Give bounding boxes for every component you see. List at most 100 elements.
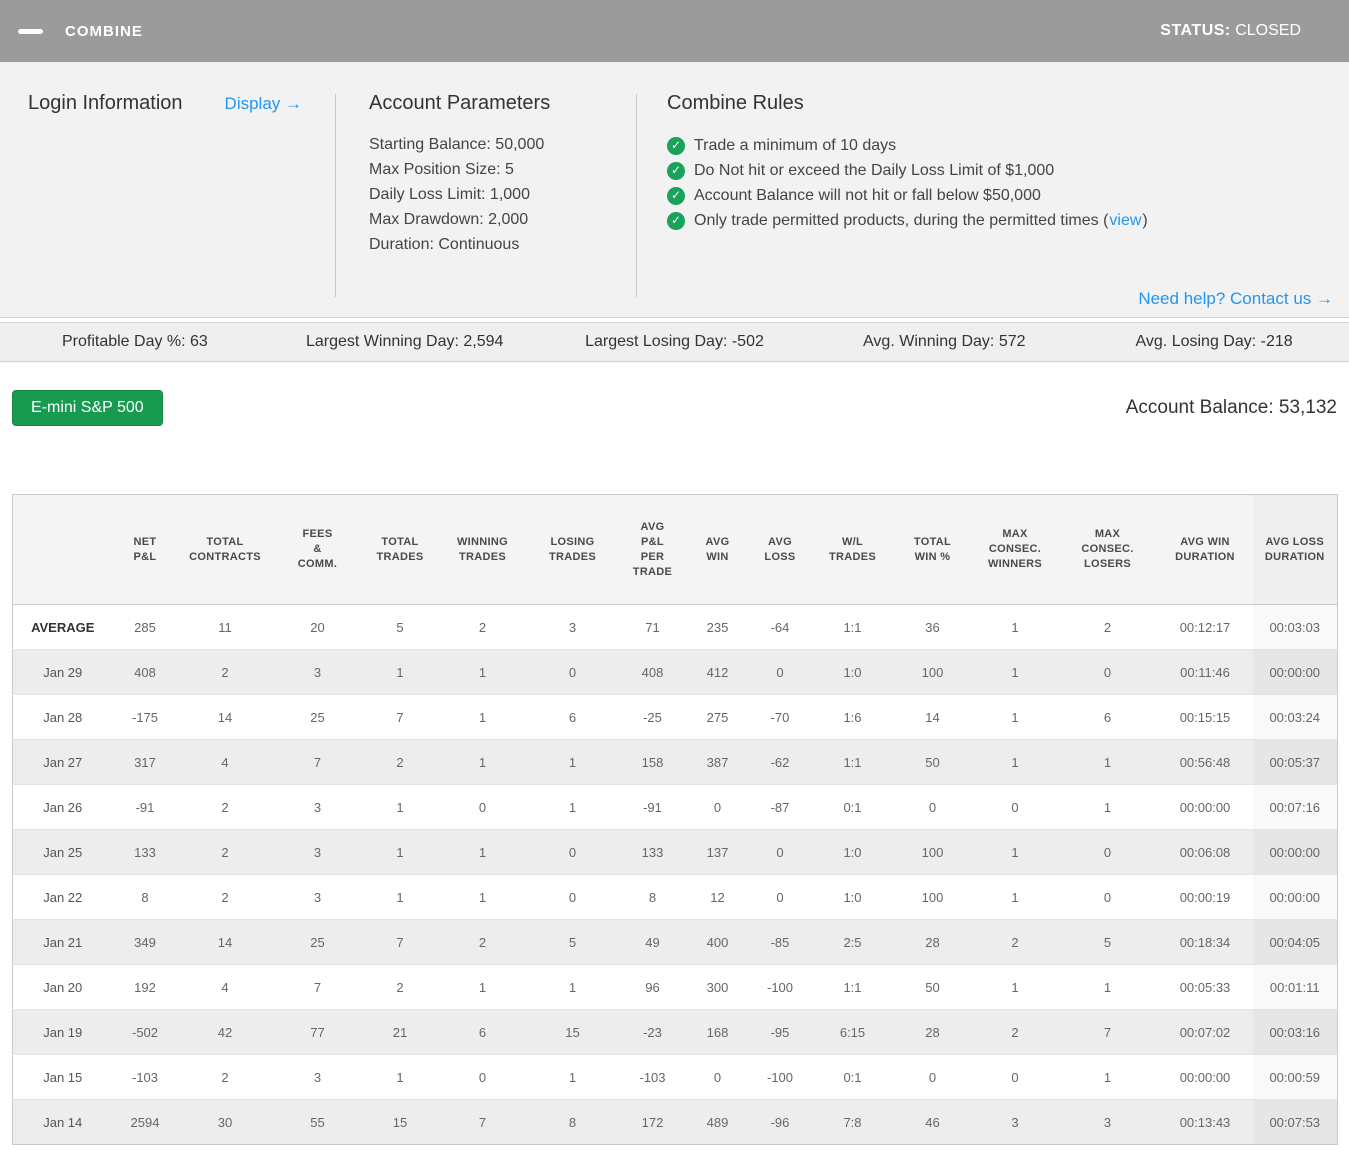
table-cell: 00:05:37 <box>1252 739 1338 785</box>
row-label: Jan 25 <box>43 844 83 860</box>
column-header: AVG LOSS DURATION <box>1252 494 1338 605</box>
table-cell: 14 <box>217 709 233 725</box>
column-header-line: & <box>313 543 322 555</box>
table-cell: 0 <box>1103 844 1112 860</box>
view-link[interactable]: view <box>1108 212 1142 229</box>
column-header-line: TRADE <box>632 565 673 578</box>
table-cell: 3 <box>1103 1114 1112 1130</box>
column-header: AVG LOSS <box>747 494 813 605</box>
summary-stat: Largest Losing Day: -502 <box>585 333 764 350</box>
table-row: Jan 29 408 2 3 1 1 0 408 412 0 1:0 100 1 0 00:11:46 00:… <box>12 649 1338 695</box>
table-cell: 1 <box>478 979 487 995</box>
table-cell: 96 <box>645 979 660 995</box>
table-cell: 168 <box>706 1024 729 1040</box>
table-cell: 100 <box>921 664 944 680</box>
account-parameters-list: Starting Balance: 50,000 Max Position Siz… <box>369 132 636 257</box>
table-cell: -91 <box>135 799 155 815</box>
table-row: Jan 27 317 4 7 2 1 1 158 387 -62 1:1 50 1 1 00:56:48 00… <box>12 739 1338 785</box>
table-cell: 300 <box>706 979 729 995</box>
view-link[interactable] <box>1054 162 1056 179</box>
table-cell: 00:03:16 <box>1252 1009 1338 1055</box>
column-header: NET P&L <box>112 494 178 605</box>
column-header: TOTAL CONTRACTS <box>177 494 273 605</box>
table-cell: 2 <box>221 664 229 680</box>
column-header-line: TOTAL <box>913 535 952 548</box>
table-cell: 00:00:00 <box>1252 649 1338 695</box>
combine-rule-item: ✓ Only trade permitted products, during t… <box>667 208 1333 233</box>
table-row: Jan 19 -502 42 77 21 6 15 -23 168 -95 6:15 28 2 7 00:0… <box>12 1009 1338 1055</box>
table-cell: 00:07:53 <box>1252 1099 1338 1145</box>
table-cell: 00:04:05 <box>1252 919 1338 965</box>
table-cell: 1 <box>1011 889 1019 905</box>
table-cell: 0 <box>928 799 937 815</box>
view-link[interactable] <box>1041 187 1043 204</box>
status-label: STATUS: <box>1160 22 1231 39</box>
table-cell: 0:1 <box>843 1069 862 1085</box>
table-cell: 1 <box>568 1069 577 1085</box>
table-cell: -103 <box>131 1069 159 1085</box>
table-cell: 349 <box>134 934 156 950</box>
table-cell: 1 <box>396 889 404 905</box>
instrument-button[interactable]: E-mini S&P 500 <box>12 390 163 426</box>
table-row: Jan 22 8 2 3 1 1 0 8 12 0 1:0 100 1 0 00:00:19 00:00:00 <box>12 874 1338 920</box>
row-label: Jan 20 <box>43 979 83 995</box>
table-cell: 20 <box>310 619 325 635</box>
column-header-line: LOSS <box>764 550 796 563</box>
table-cell: 0 <box>776 844 784 860</box>
column-header: AVG P&L PER TRADE <box>617 494 688 605</box>
column-header-line: TRADES <box>828 550 877 563</box>
table-cell: -100 <box>766 1069 794 1085</box>
table-row: AVERAGE 285 11 20 5 2 3 71 235 -64 1:1 36 1 2 00:12:17… <box>13 605 1338 650</box>
daily-results-table-wrap: NET P&L TOTAL CONTRACTS FEES & COMM. TOTAL TRADE… <box>12 494 1338 1145</box>
table-cell: -100 <box>766 979 794 995</box>
rule-text: Only trade permitted products, during th… <box>694 212 1109 229</box>
column-header-line: NET <box>133 535 157 548</box>
table-cell: -25 <box>643 709 662 725</box>
row-label: Jan 19 <box>43 1024 83 1040</box>
table-cell: 00:18:34 <box>1179 934 1231 950</box>
table-cell: 1 <box>1103 754 1112 770</box>
table-cell: 1 <box>568 799 577 815</box>
column-header-line: DURATION <box>1264 550 1325 563</box>
table-cell: 00:56:48 <box>1179 754 1231 770</box>
column-header-line: WINNING <box>457 535 508 548</box>
table-cell: 400 <box>706 934 729 950</box>
view-link[interactable] <box>896 137 898 154</box>
table-cell: 3 <box>313 799 322 815</box>
table-cell: 2 <box>478 934 487 950</box>
table-cell: 137 <box>706 844 729 860</box>
table-cell: 00:00:00 <box>1253 875 1338 920</box>
table-cell: 100 <box>921 889 944 905</box>
table-cell: 1 <box>1011 619 1019 635</box>
column-header-line: WIN <box>706 550 729 563</box>
row-label: Jan 21 <box>43 934 83 950</box>
column-header-line: TRADES <box>548 550 597 563</box>
status-value: CLOSED <box>1235 22 1301 39</box>
table-cell: 100 <box>921 844 944 860</box>
column-header <box>12 494 113 605</box>
column-header-line: AVG WIN <box>1180 535 1230 548</box>
table-cell: 6:15 <box>839 1024 866 1040</box>
contact-us-link[interactable]: Need help? Contact us → <box>1138 289 1333 308</box>
display-link[interactable]: Display → <box>225 94 302 114</box>
table-cell: 0 <box>776 664 784 680</box>
table-cell: 7 <box>1103 1024 1112 1040</box>
table-cell: 158 <box>641 754 664 770</box>
combine-titlebar: COMBINE STATUS: CLOSED <box>0 0 1349 62</box>
combine-rule-item: ✓ Account Balance will not hit or fall be… <box>667 183 1333 208</box>
table-cell: 1:0 <box>843 889 862 905</box>
table-cell: 1 <box>1103 979 1112 995</box>
table-cell: 5 <box>568 934 577 950</box>
table-cell: 0 <box>1103 889 1112 905</box>
combine-rule-item: ✓ Trade a minimum of 10 days <box>667 133 1333 158</box>
table-cell: 275 <box>706 709 729 725</box>
account-parameter-item: Max Drawdown: 2,000 <box>369 211 529 228</box>
column-header-line: LOSING <box>550 535 595 548</box>
table-cell: 1 <box>478 754 487 770</box>
table-cell: 489 <box>706 1114 729 1130</box>
table-cell: 00:00:19 <box>1179 889 1231 905</box>
table-cell: 15 <box>392 1114 408 1130</box>
table-cell: 1 <box>1011 664 1019 680</box>
login-information-heading: Login Information <box>28 92 183 114</box>
collapse-icon[interactable] <box>18 28 43 34</box>
